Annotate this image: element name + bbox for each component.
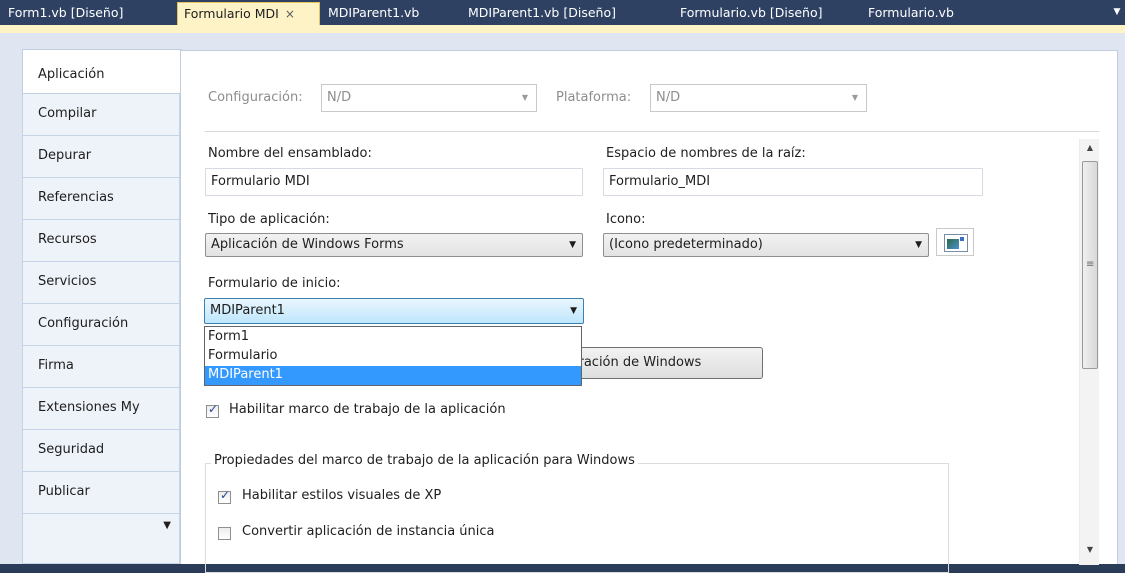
single-instance-label: Convertir aplicación de instancia única bbox=[242, 524, 495, 539]
sidebar-item-firma[interactable]: Firma bbox=[22, 346, 180, 388]
single-instance-checkbox[interactable] bbox=[218, 527, 231, 540]
chevron-down-icon: ▼ bbox=[569, 240, 576, 250]
tab-label: MDIParent1.vb bbox=[328, 5, 420, 20]
config-label: Configuración: bbox=[208, 90, 303, 105]
app-type-label: Tipo de aplicación: bbox=[208, 212, 330, 227]
tab-accent-bar bbox=[0, 25, 1125, 33]
chevron-down-icon: ▼ bbox=[521, 93, 528, 102]
sidebar-item-configuracion[interactable]: Configuración bbox=[22, 304, 180, 346]
sidebar-item-referencias[interactable]: Referencias bbox=[22, 178, 180, 220]
tab-label: MDIParent1.vb [Diseño] bbox=[468, 5, 616, 20]
chevron-down-icon: ▼ bbox=[851, 93, 858, 102]
platform-dropdown: N/D ▼ bbox=[650, 84, 867, 112]
property-page-tabs: Aplicación Compilar Depurar Referencias … bbox=[22, 49, 182, 564]
sidebar-item-compilar[interactable]: Compilar bbox=[22, 94, 180, 136]
sidebar-item-seguridad[interactable]: Seguridad bbox=[22, 430, 180, 472]
tab-label: Formulario.vb [Diseño] bbox=[680, 5, 823, 20]
tab-label: Form1.vb [Diseño] bbox=[8, 5, 124, 20]
sidebar-item-publicar[interactable]: Publicar bbox=[22, 472, 180, 514]
root-namespace-field[interactable]: Formulario_MDI bbox=[603, 168, 983, 196]
group-title: Propiedades del marco de trabajo de la a… bbox=[211, 453, 638, 468]
assembly-name-field[interactable]: Formulario MDI bbox=[205, 168, 583, 196]
framework-properties-group bbox=[205, 463, 949, 573]
icon-preview-button[interactable] bbox=[936, 228, 974, 256]
enable-framework-checkbox[interactable] bbox=[206, 402, 219, 418]
document-tab-strip: Form1.vb [Diseño] Formulario MDI × MDIPar… bbox=[0, 0, 1125, 25]
tab-formulario-code[interactable]: Formulario.vb bbox=[862, 2, 960, 25]
chevron-down-icon: ▼ bbox=[915, 240, 922, 250]
icon-value: (Icono predeterminado) bbox=[609, 237, 763, 252]
sidebar-item-aplicacion[interactable]: Aplicación bbox=[22, 49, 182, 94]
chevron-down-icon: ▼ bbox=[570, 306, 577, 316]
scroll-down-icon[interactable]: ▼ bbox=[1080, 541, 1100, 558]
sidebar-item-depurar[interactable]: Depurar bbox=[22, 136, 180, 178]
grip-icon: ≡ bbox=[1086, 259, 1095, 270]
scroll-thumb[interactable]: ≡ bbox=[1082, 161, 1098, 369]
config-value: N/D bbox=[327, 90, 352, 105]
vertical-scrollbar[interactable]: ▲ ≡ ▼ bbox=[1079, 139, 1099, 565]
sidebar-item-servicios[interactable]: Servicios bbox=[22, 262, 180, 304]
image-icon bbox=[944, 234, 968, 252]
enable-framework-label: Habilitar marco de trabajo de la aplicac… bbox=[229, 402, 506, 417]
tab-label: Formulario MDI bbox=[184, 6, 279, 21]
sidebar-overflow[interactable]: ▼ bbox=[22, 514, 180, 564]
startup-form-value: MDIParent1 bbox=[210, 303, 285, 318]
visual-styles-checkbox[interactable] bbox=[218, 488, 231, 504]
tab-formulario-design[interactable]: Formulario.vb [Diseño] bbox=[674, 2, 829, 25]
overflow-arrow-icon[interactable]: ▼ bbox=[163, 520, 171, 531]
sidebar-item-recursos[interactable]: Recursos bbox=[22, 220, 180, 262]
list-item-selected[interactable]: MDIParent1 bbox=[205, 366, 581, 385]
app-type-dropdown[interactable]: Aplicación de Windows Forms ▼ bbox=[205, 233, 583, 257]
tab-form1-design[interactable]: Form1.vb [Diseño] bbox=[2, 2, 129, 25]
startup-form-dropdown[interactable]: MDIParent1 ▼ bbox=[204, 298, 584, 324]
tab-label: Formulario.vb bbox=[868, 5, 954, 20]
list-item[interactable]: Form1 bbox=[205, 328, 581, 347]
list-item[interactable]: Formulario bbox=[205, 347, 581, 366]
tab-mdiparent1-design[interactable]: MDIParent1.vb [Diseño] bbox=[462, 2, 622, 25]
tab-mdiparent1-code[interactable]: MDIParent1.vb bbox=[322, 2, 425, 25]
scroll-up-icon[interactable]: ▲ bbox=[1080, 139, 1100, 156]
root-namespace-label: Espacio de nombres de la raíz: bbox=[606, 146, 806, 161]
application-properties-panel: Configuración: N/D ▼ Plataforma: N/D ▼ N… bbox=[180, 50, 1118, 573]
platform-value: N/D bbox=[656, 90, 681, 105]
separator bbox=[205, 131, 1099, 132]
app-type-value: Aplicación de Windows Forms bbox=[211, 237, 404, 252]
startup-form-label: Formulario de inicio: bbox=[208, 276, 341, 291]
tab-overflow-icon[interactable]: ▼ bbox=[1111, 5, 1123, 19]
startup-form-options-list: Form1 Formulario MDIParent1 bbox=[204, 326, 582, 386]
tab-formulario-mdi[interactable]: Formulario MDI × bbox=[177, 2, 320, 25]
assembly-name-label: Nombre del ensamblado: bbox=[208, 146, 372, 161]
icon-label: Icono: bbox=[606, 212, 646, 227]
platform-label: Plataforma: bbox=[556, 90, 632, 105]
config-dropdown: N/D ▼ bbox=[321, 84, 537, 112]
close-icon[interactable]: × bbox=[285, 4, 295, 25]
icon-dropdown[interactable]: (Icono predeterminado) ▼ bbox=[603, 233, 929, 257]
visual-styles-label: Habilitar estilos visuales de XP bbox=[242, 488, 442, 503]
sidebar-item-extensiones-my[interactable]: Extensiones My bbox=[22, 388, 180, 430]
